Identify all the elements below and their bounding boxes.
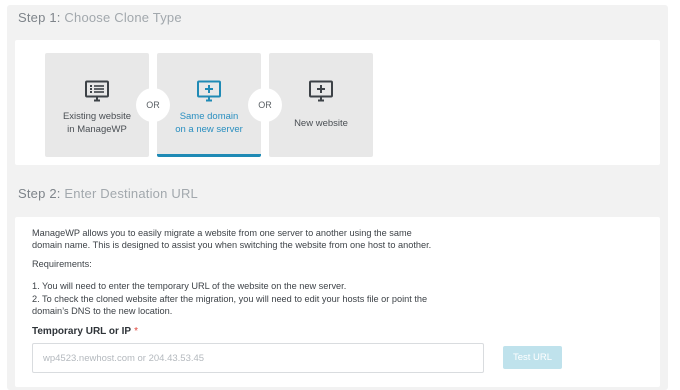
required-mark: * — [134, 326, 139, 337]
requirements-heading: Requirements: — [32, 259, 92, 269]
plus-monitor-icon — [269, 80, 373, 102]
step2-title: Enter Destination URL — [64, 186, 198, 201]
requirement-item-2-cont: domain’s DNS to the new location. — [32, 306, 173, 316]
step2-heading: Step 2: Enter Destination URL — [18, 186, 198, 201]
option-same-label: Same domain on a new server — [157, 110, 261, 136]
option-existing-website[interactable]: Existing website in ManageWP — [45, 53, 149, 157]
option-new-website[interactable]: New website — [269, 53, 373, 157]
or-separator: OR — [136, 88, 170, 122]
option-existing-line2: in ManageWP — [67, 124, 127, 135]
step1-number: Step 1: — [18, 10, 61, 25]
description-line2: domain name. This is designed to assist … — [32, 240, 432, 250]
temporary-url-label: Temporary URL or IP * — [32, 326, 138, 337]
list-monitor-icon — [45, 80, 149, 102]
requirement-item-1: 1. You will need to enter the temporary … — [32, 281, 347, 291]
temporary-url-label-text: Temporary URL or IP — [32, 326, 132, 337]
option-same-line1: Same domain — [179, 111, 239, 122]
option-existing-label: Existing website in ManageWP — [45, 110, 149, 136]
option-existing-line1: Existing website — [62, 111, 132, 122]
step1-heading: Step 1: Choose Clone Type — [18, 10, 182, 25]
plus-monitor-icon — [157, 80, 261, 102]
option-same-domain[interactable]: Same domain on a new server — [157, 53, 261, 157]
step1-title: Choose Clone Type — [64, 10, 182, 25]
option-new-label: New website — [294, 118, 348, 129]
test-url-button[interactable]: Test URL — [503, 346, 562, 369]
option-same-line2: on a new server — [175, 124, 243, 135]
step2-number: Step 2: — [18, 186, 61, 201]
or-separator: OR — [248, 88, 282, 122]
temporary-url-input[interactable] — [32, 343, 484, 373]
